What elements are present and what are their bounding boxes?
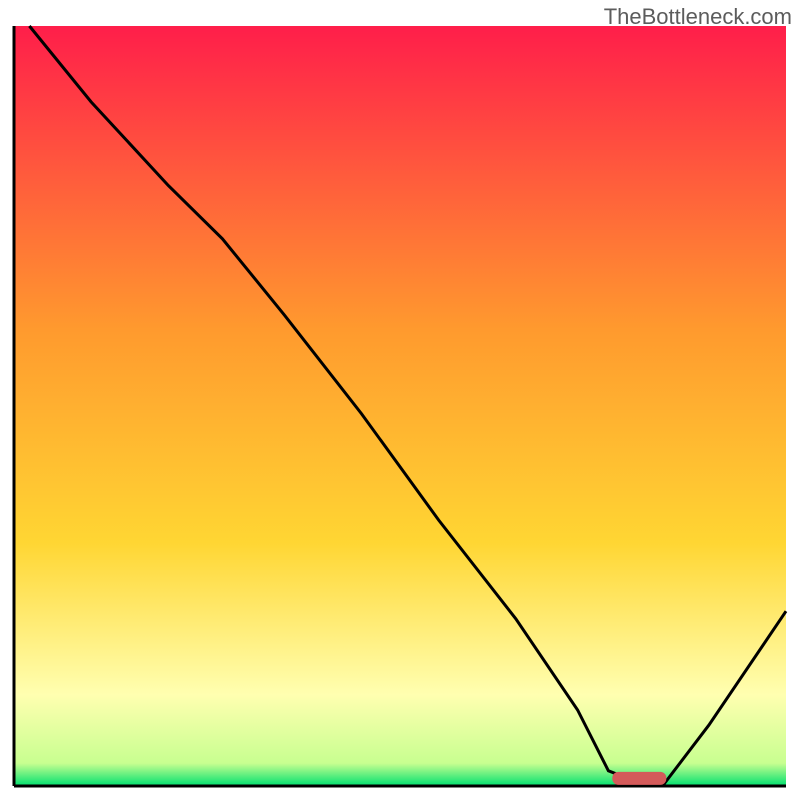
bottleneck-chart: TheBottleneck.com [0,0,800,800]
optimal-marker [612,772,666,785]
gradient-background [14,26,786,786]
plot-svg [0,0,800,800]
watermark-label: TheBottleneck.com [604,4,792,30]
